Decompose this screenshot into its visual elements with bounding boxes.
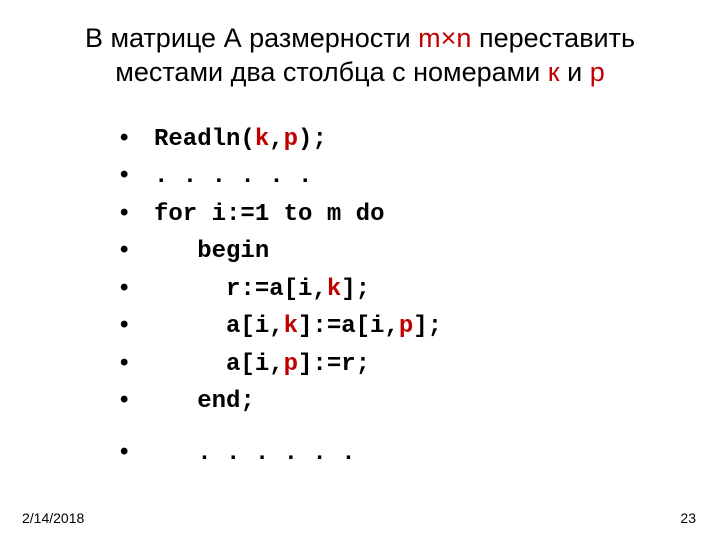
- title-dim: m×n: [418, 23, 471, 53]
- code-text: i:=1: [197, 201, 283, 228]
- code-line-4: • begin: [120, 232, 720, 270]
- code-var-p: p: [284, 126, 298, 153]
- slide: В матрице А размерности m×n переставить …: [0, 0, 720, 540]
- code-text: ]:=r;: [298, 351, 370, 378]
- title-k: к: [548, 57, 560, 87]
- code-kw: for: [154, 201, 197, 228]
- code-var-p: p: [284, 351, 298, 378]
- bullet-icon: •: [120, 120, 154, 156]
- bullet-icon: •: [120, 382, 154, 418]
- code-var-k: k: [255, 126, 269, 153]
- bullet-icon: •: [120, 270, 154, 306]
- code-text: r:=a[i,: [154, 276, 327, 303]
- slide-title: В матрице А размерности m×n переставить …: [0, 0, 720, 90]
- code-text: a[i,: [154, 313, 284, 340]
- code-var-p: p: [399, 313, 413, 340]
- code-text: . . . . . .: [154, 440, 356, 467]
- code-text: ]:=a[i,: [298, 313, 399, 340]
- bullet-icon: •: [120, 434, 154, 470]
- code-text: ];: [413, 313, 442, 340]
- code-text: Readln(: [154, 126, 255, 153]
- code-line-9: • . . . . . .: [120, 434, 720, 472]
- code-text: );: [298, 126, 327, 153]
- title-p: р: [590, 57, 605, 87]
- bullet-icon: •: [120, 195, 154, 231]
- bullet-icon: •: [120, 232, 154, 268]
- bullet-icon: •: [120, 157, 154, 193]
- code-text: m: [312, 201, 355, 228]
- code-line-6: • a[i,k]:=a[i,p];: [120, 307, 720, 345]
- bullet-icon: •: [120, 345, 154, 381]
- code-line-8: • end;: [120, 382, 720, 420]
- bullet-icon: •: [120, 307, 154, 343]
- code-text: ,: [269, 126, 283, 153]
- title-and: и: [560, 57, 590, 87]
- code-kw: end;: [154, 388, 255, 415]
- code-line-7: • a[i,p]:=r;: [120, 345, 720, 383]
- code-kw: begin: [154, 238, 269, 265]
- code-var-k: k: [284, 313, 298, 340]
- code-text: . . . . . .: [154, 163, 312, 190]
- code-text: ];: [341, 276, 370, 303]
- code-text: a[i,: [154, 351, 284, 378]
- footer-page-number: 23: [680, 510, 696, 526]
- code-block: •Readln(k,p); •. . . . . . •for i:=1 to …: [120, 120, 720, 472]
- code-line-3: •for i:=1 to m do: [120, 195, 720, 233]
- code-line-5: • r:=a[i,k];: [120, 270, 720, 308]
- code-var-k: k: [327, 276, 341, 303]
- code-kw: do: [356, 201, 385, 228]
- code-line-1: •Readln(k,p);: [120, 120, 720, 158]
- code-line-2: •. . . . . .: [120, 157, 720, 195]
- code-kw: to: [284, 201, 313, 228]
- title-part-1: В матрице А размерности: [85, 23, 418, 53]
- footer-date: 2/14/2018: [22, 510, 84, 526]
